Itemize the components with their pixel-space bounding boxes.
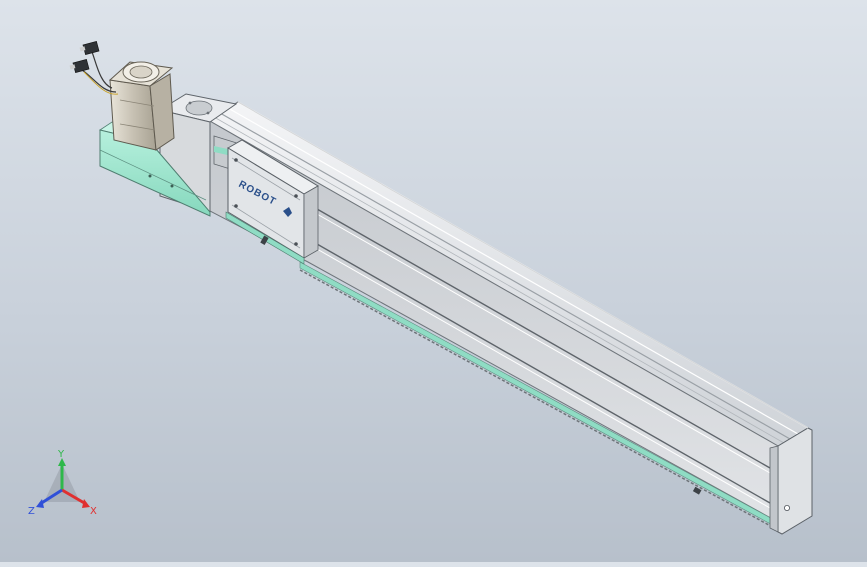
rail-body[interactable] xyxy=(207,101,813,535)
connector-plug-lower[interactable] xyxy=(69,58,90,74)
triad-x-label: X xyxy=(90,506,97,517)
triad-z-label: Z xyxy=(28,506,35,517)
rail-top-face xyxy=(207,101,809,447)
end-plate-screw xyxy=(784,504,791,511)
orientation-triad[interactable]: Y X Z xyxy=(24,444,104,524)
triad-y-label: Y xyxy=(57,449,65,460)
end-plate[interactable] xyxy=(777,427,813,535)
connector-plug-upper[interactable] xyxy=(79,40,100,56)
cad-viewport[interactable]: ROBOT xyxy=(0,0,867,562)
linear-module-model[interactable]: ROBOT xyxy=(0,0,867,562)
servo-motor[interactable] xyxy=(108,61,175,151)
